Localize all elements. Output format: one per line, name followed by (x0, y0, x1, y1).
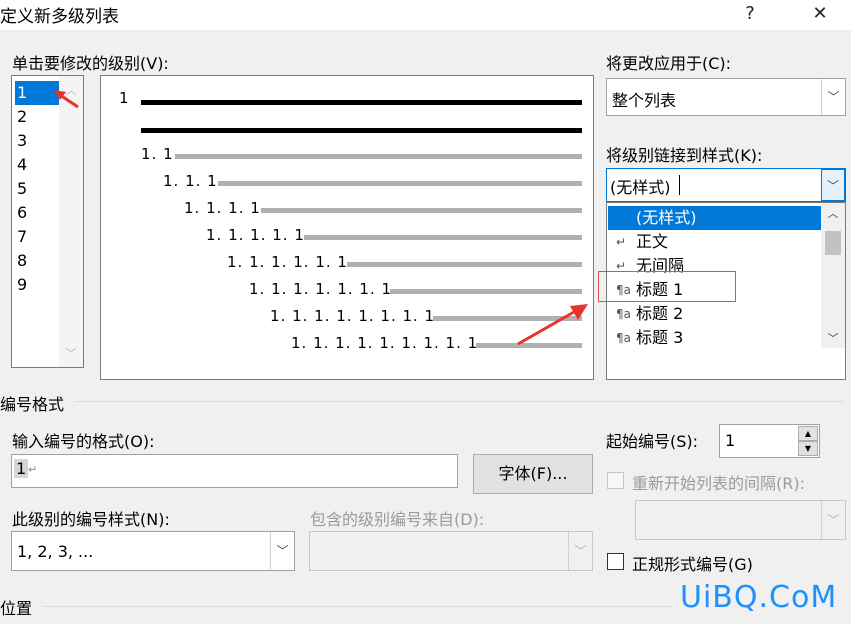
level-list[interactable]: 1 2 3 4 5 6 7 8 9 ︿ ﹀ (11, 75, 84, 368)
chevron-down-icon[interactable]: ﹀ (568, 532, 592, 570)
style-label: 此级别的编号样式(N): (12, 510, 170, 529)
start-at-spinner[interactable]: 1 ▲ ▼ (719, 424, 820, 458)
start-at-value[interactable]: 1 (725, 431, 735, 450)
preview-line-3 (175, 154, 582, 159)
dropdown-option-no-style[interactable]: (无样式) (608, 206, 822, 230)
annotation-arrow-icon (517, 304, 588, 346)
help-button[interactable]: ? (730, 0, 770, 30)
preview-label-4: 1. 1. 1 (163, 172, 218, 190)
preview-line-7 (347, 262, 582, 267)
paragraph-return-icon: ↵ (616, 235, 627, 249)
dropdown-option-heading-2[interactable]: ¶a 标题 2 (608, 302, 822, 326)
preview-label-8: 1. 1. 1. 1. 1. 1. 1 (249, 280, 393, 298)
legal-style-checkbox[interactable] (607, 553, 624, 570)
preview-line-4 (218, 181, 582, 186)
format-label: 输入编号的格式(O): (12, 432, 155, 451)
apply-to-select[interactable]: 整个列表 ﹀ (606, 78, 846, 116)
apply-to-label: 将更改应用于(C): (606, 54, 732, 73)
scroll-down-icon[interactable]: ﹀ (821, 330, 845, 346)
option-label: 正文 (636, 232, 669, 251)
preview-label-7: 1. 1. 1. 1. 1. 1 (227, 253, 348, 271)
preview-line-8 (390, 289, 582, 294)
position-section-title: 位置 (0, 599, 33, 618)
level-item-3[interactable]: 3 (15, 129, 59, 153)
section-divider (74, 401, 844, 402)
preview-label-9: 1. 1. 1. 1. 1. 1. 1. 1 (270, 307, 436, 325)
include-level-select[interactable]: ﹀ (309, 531, 593, 571)
restart-label: 重新开始列表的间隔(R): (632, 474, 805, 493)
number-format-input[interactable]: 1 ↵ (11, 454, 458, 488)
preview-label-3: 1. 1 (141, 145, 174, 163)
number-format-section-title: 编号格式 (0, 395, 65, 414)
levels-label: 单击要修改的级别(V): (12, 54, 169, 73)
linked-style-icon: ¶a (616, 331, 631, 345)
option-label: (无样式) (636, 208, 697, 227)
legal-style-label: 正规形式编号(G) (632, 555, 753, 574)
preview-label-10: 1. 1. 1. 1. 1. 1. 1. 1. 1 (291, 334, 479, 352)
level-item-9[interactable]: 9 (15, 273, 59, 297)
start-at-label: 起始编号(S): (606, 432, 699, 451)
text-cursor (679, 175, 680, 195)
spin-up-icon[interactable]: ▲ (798, 426, 818, 441)
link-style-combo[interactable]: (无样式) ﹀ (606, 168, 846, 202)
preview-line-1 (141, 100, 582, 105)
linked-style-icon: ¶a (616, 307, 631, 321)
paragraph-return-icon: ↵ (28, 463, 38, 476)
preview-line-2 (141, 128, 582, 133)
font-button[interactable]: 字体(F)... (473, 454, 593, 494)
chevron-down-icon[interactable]: ﹀ (270, 532, 294, 570)
dropdown-scrollbar[interactable]: ︿ ﹀ (821, 203, 845, 348)
link-style-label: 将级别链接到样式(K): (606, 146, 763, 165)
dialog-title: 定义新多级列表 (0, 7, 119, 27)
section-divider (42, 606, 672, 607)
preview-label-1: 1 (119, 89, 130, 107)
scroll-up-icon[interactable]: ︿ (821, 205, 845, 221)
level-item-8[interactable]: 8 (15, 249, 59, 273)
link-style-value[interactable]: (无样式) (610, 174, 671, 198)
level-list-scrollbar[interactable]: ︿ ﹀ (59, 76, 83, 367)
level-item-4[interactable]: 4 (15, 153, 59, 177)
level-item-7[interactable]: 7 (15, 225, 59, 249)
annotation-arrow-icon (54, 90, 79, 109)
level-item-5[interactable]: 5 (15, 177, 59, 201)
numbering-style-select[interactable]: 1, 2, 3, ... ﹀ (11, 531, 295, 571)
level-item-6[interactable]: 6 (15, 201, 59, 225)
option-label: 标题 3 (636, 328, 684, 347)
apply-to-value: 整个列表 (612, 91, 677, 110)
annotation-highlight-box (598, 271, 736, 302)
numbering-style-value: 1, 2, 3, ... (17, 542, 94, 561)
include-level-label: 包含的级别编号来自(D): (310, 510, 485, 529)
watermark-logo: UiBQ.CoM (680, 580, 838, 615)
dropdown-option-normal[interactable]: ↵ 正文 (608, 230, 822, 254)
spin-down-icon[interactable]: ▼ (798, 441, 818, 456)
restart-checkbox[interactable] (607, 472, 624, 489)
scroll-down-icon[interactable]: ﹀ (59, 345, 83, 361)
close-button[interactable]: ✕ (800, 0, 840, 30)
chevron-down-icon[interactable]: ﹀ (821, 501, 845, 539)
chevron-down-icon[interactable]: ﹀ (821, 79, 845, 115)
format-field-code: 1 (14, 459, 29, 478)
scrollbar-thumb[interactable] (825, 231, 841, 255)
dropdown-option-heading-3[interactable]: ¶a 标题 3 (608, 326, 822, 350)
preview-label-5: 1. 1. 1. 1 (184, 199, 261, 217)
preview-line-5 (261, 208, 582, 213)
preview-line-6 (304, 235, 582, 240)
chevron-down-icon[interactable]: ﹀ (821, 169, 845, 201)
title-bar (0, 0, 851, 30)
option-label: 标题 2 (636, 304, 684, 323)
restart-select[interactable]: ﹀ (635, 500, 846, 540)
preview-label-6: 1. 1. 1. 1. 1 (206, 226, 305, 244)
